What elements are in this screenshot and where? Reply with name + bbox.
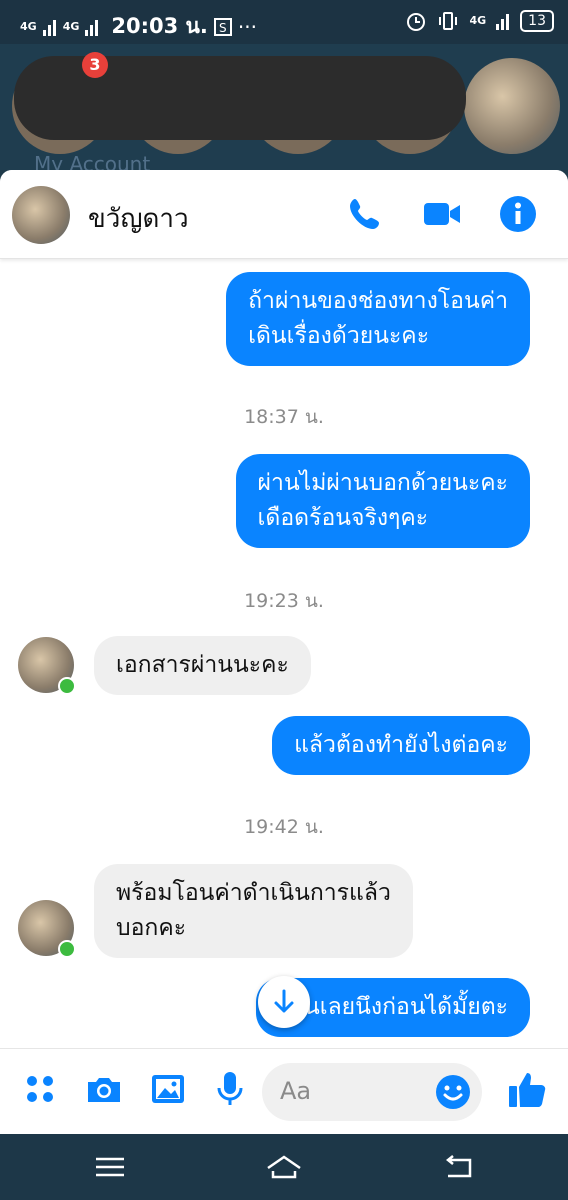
message-input[interactable]: Aa [262,1063,482,1121]
message-input-placeholder: Aa [280,1077,312,1105]
vibrate-icon [439,12,458,30]
clock: 20:03 น. [111,14,208,38]
status-bar: 4G 4G 20:03 น. S ··· 4G 13 [0,0,568,44]
outgoing-message[interactable]: ถ้าผ่านของช่องทางโอนค่า เดินเรื่องด้วยนะค… [226,272,530,366]
story-avatar[interactable] [464,58,560,154]
notification-s-icon: S [213,17,232,36]
microphone-icon[interactable] [210,1069,250,1109]
incoming-message[interactable]: เอกสารผ่านนะคะ [94,636,311,695]
info-icon[interactable] [498,194,538,234]
online-status-dot [58,677,76,695]
gallery-icon[interactable] [148,1069,188,1109]
like-icon[interactable] [506,1067,550,1111]
video-call-icon[interactable] [422,194,462,234]
alarm-icon [407,13,426,31]
scroll-down-button[interactable] [258,976,310,1028]
system-nav-bar [0,1134,568,1200]
emoji-icon[interactable] [434,1073,472,1111]
signal-bars-icon [85,19,99,36]
signal-bars-icon [496,14,510,30]
signal-2: 4G [62,19,80,33]
outgoing-message[interactable]: ผ่านไม่ผ่านบอกด้วยนะคะ เดือดร้อนจริงๆคะ [235,454,530,548]
outgoing-message[interactable]: แล้วต้องทำยังไงต่อคะ [272,716,530,775]
more-dots: ··· [237,14,257,39]
contact-avatar[interactable] [12,186,70,244]
chat-panel: ขวัญดาว ถ้าผ่านของช่องทางโอนค่า เดินเรื่อ… [0,170,568,1134]
composer-bar: Aa [0,1048,568,1134]
contact-name[interactable]: ขวัญดาว [88,198,189,239]
home-icon[interactable] [264,1152,304,1182]
chat-header: ขวัญดาว [0,170,568,259]
incoming-message[interactable]: พร้อมโอนค่าดำเนินการแล้ว บอกคะ [94,864,413,958]
phone-icon[interactable] [346,194,386,234]
signal-1: 4G [20,19,37,33]
signal-bars-icon [42,19,56,36]
online-status-dot [58,940,76,958]
notification-badge: 3 [82,52,108,78]
camera-icon[interactable] [84,1069,124,1109]
svg-text:S: S [219,21,227,35]
timestamp: 19:42 น. [244,816,324,838]
story-label: My Account [34,152,151,170]
stories-strip: 3 My Account [0,44,568,170]
timestamp: 18:37 น. [244,406,324,428]
back-icon[interactable] [438,1152,478,1182]
battery-indicator: 13 [520,10,554,32]
network-type: 4G [469,14,487,27]
timestamp: 19:23 น. [244,590,324,612]
apps-grid-icon[interactable] [20,1069,60,1109]
menu-icon[interactable] [90,1152,130,1182]
